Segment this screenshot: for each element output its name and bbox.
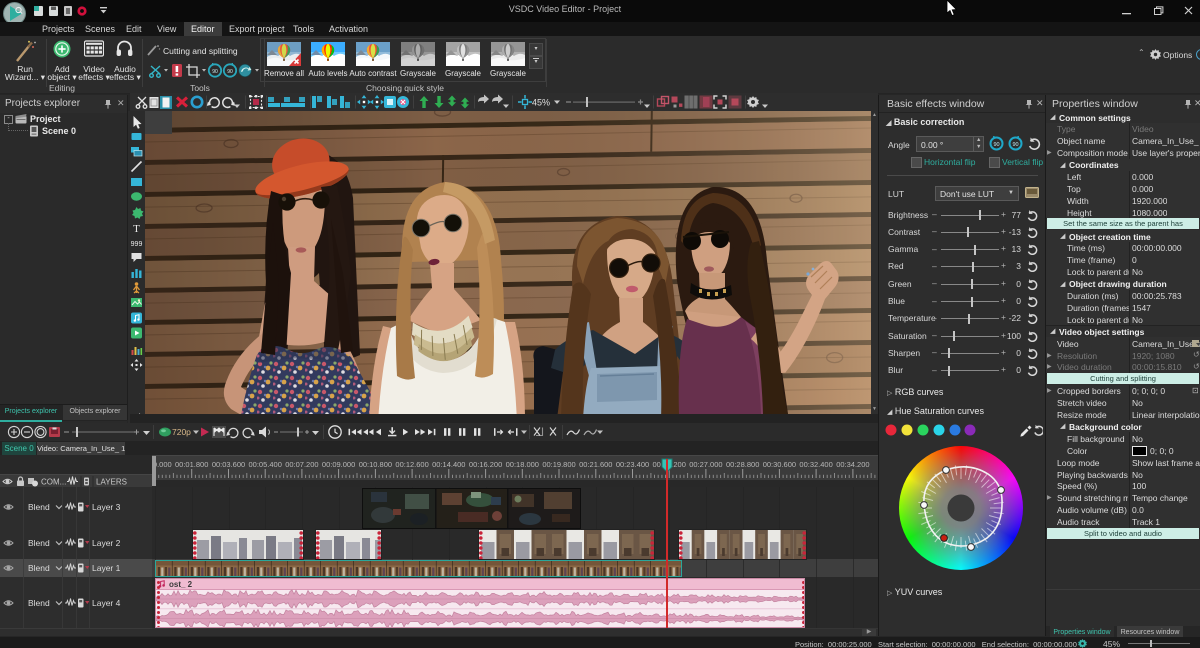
svg-text:00:01.800: 00:01.800 xyxy=(175,460,208,469)
svg-text:90: 90 xyxy=(212,69,218,75)
svg-text:LAYERS: LAYERS xyxy=(96,478,127,487)
svg-text:Blend: Blend xyxy=(28,598,50,608)
svg-text:00:34.200: 00:34.200 xyxy=(836,460,869,469)
svg-text:00:27.000: 00:27.000 xyxy=(689,460,722,469)
svg-text:45%: 45% xyxy=(532,98,550,108)
svg-text:00:28.800: 00:28.800 xyxy=(726,460,759,469)
svg-text:00:10.800: 00:10.800 xyxy=(359,460,392,469)
svg-text:90: 90 xyxy=(993,142,999,148)
svg-text:COM...: COM... xyxy=(41,478,66,487)
svg-text:Layer 3: Layer 3 xyxy=(92,502,121,512)
svg-text:00:21.600: 00:21.600 xyxy=(579,460,612,469)
svg-text:00:16.200: 00:16.200 xyxy=(469,460,502,469)
svg-text:Blend: Blend xyxy=(28,538,50,548)
svg-text:Layer 1: Layer 1 xyxy=(92,563,121,573)
svg-text:00:18.000: 00:18.000 xyxy=(506,460,539,469)
svg-text:00:19.800: 00:19.800 xyxy=(542,460,575,469)
svg-text:00:05.400: 00:05.400 xyxy=(249,460,282,469)
svg-text:90: 90 xyxy=(1012,142,1018,148)
svg-text:00:07.200: 00:07.200 xyxy=(285,460,318,469)
svg-text:T: T xyxy=(133,223,140,235)
svg-text:Blend: Blend xyxy=(28,563,50,573)
svg-text:00:23.400: 00:23.400 xyxy=(616,460,649,469)
svg-text:Layer 4: Layer 4 xyxy=(92,598,121,608)
svg-text:720p: 720p xyxy=(172,427,191,437)
svg-text:90: 90 xyxy=(227,69,233,75)
svg-text:00:12.600: 00:12.600 xyxy=(395,460,428,469)
svg-text:00:32.400: 00:32.400 xyxy=(799,460,832,469)
svg-text:00:03.600: 00:03.600 xyxy=(212,460,245,469)
svg-text:999: 999 xyxy=(131,241,143,248)
svg-text:Layer 2: Layer 2 xyxy=(92,538,121,548)
svg-text:Blend: Blend xyxy=(28,502,50,512)
svg-text:00:09.000: 00:09.000 xyxy=(322,460,355,469)
svg-text:00:14.400: 00:14.400 xyxy=(432,460,465,469)
svg-text:00:30.600: 00:30.600 xyxy=(763,460,796,469)
